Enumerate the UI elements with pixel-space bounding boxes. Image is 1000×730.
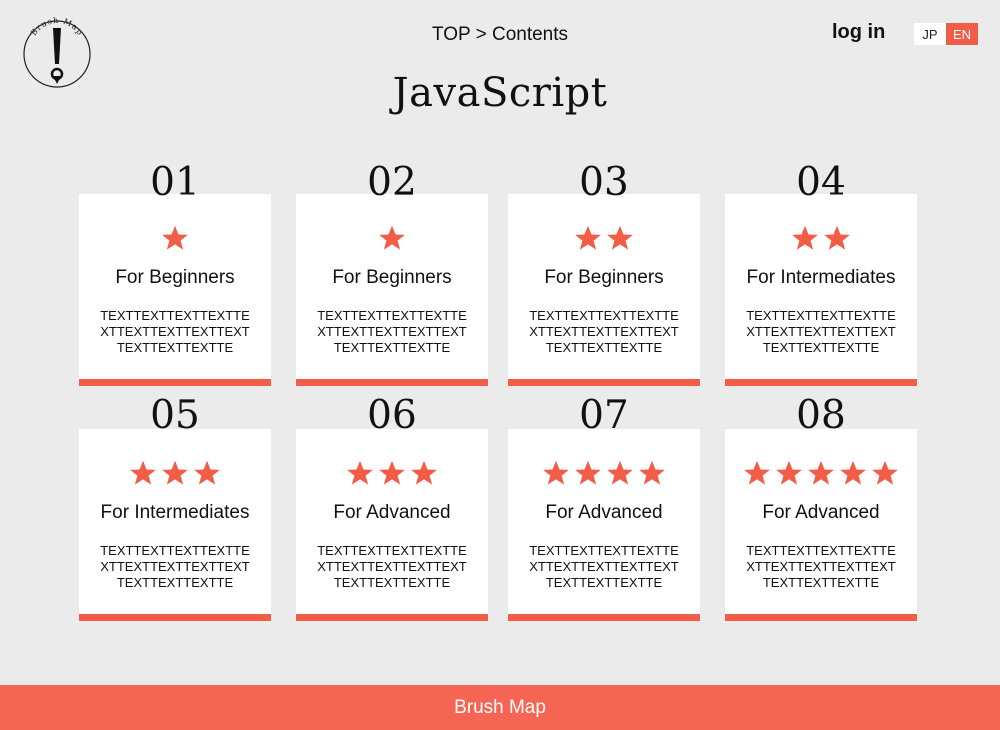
difficulty-stars — [725, 224, 917, 252]
star-icon — [639, 460, 665, 485]
difficulty-stars — [725, 459, 917, 487]
content-card-05[interactable]: For Intermediates TEXTTEXTTEXTTEXTTEXTTEX… — [79, 429, 271, 621]
card-number: 05 — [150, 393, 200, 438]
card-number: 01 — [150, 160, 200, 205]
card-description: TEXTTEXTTEXTTEXTTEXTTEXTTEXTTEXTTEXTTEXT… — [317, 543, 467, 590]
card-level: For Beginners — [115, 267, 235, 288]
star-icon — [840, 460, 866, 485]
card-level: For Advanced — [333, 502, 451, 523]
lang-en-button[interactable]: EN — [946, 23, 978, 45]
card-level: For Advanced — [545, 502, 663, 523]
content-card-02[interactable]: For Beginners TEXTTEXTTEXTTEXTTEXTTEXTTEX… — [296, 194, 488, 386]
content-card-08[interactable]: For Advanced TEXTTEXTTEXTTEXTTEXTTEXTTEXT… — [725, 429, 917, 621]
content-card-03[interactable]: For Beginners TEXTTEXTTEXTTEXTTEXTTEXTTEX… — [508, 194, 700, 386]
footer: Brush Map — [0, 685, 1000, 730]
page-title: JavaScript — [392, 70, 608, 116]
card-number: 06 — [367, 393, 417, 438]
star-icon — [379, 460, 405, 485]
star-icon — [543, 460, 569, 485]
breadcrumb-top[interactable]: TOP — [432, 24, 470, 45]
card-level: For Beginners — [332, 267, 452, 288]
star-icon — [776, 460, 802, 485]
breadcrumb-current[interactable]: Contents — [492, 24, 568, 45]
lang-jp-button[interactable]: JP — [914, 23, 946, 45]
card-number: 03 — [579, 160, 629, 205]
star-icon — [162, 225, 188, 250]
card-number: 07 — [579, 393, 629, 438]
card-number: 02 — [367, 160, 417, 205]
content-card-04[interactable]: For Intermediates TEXTTEXTTEXTTEXTTEXTTEX… — [725, 194, 917, 386]
card-description: TEXTTEXTTEXTTEXTTEXTTEXTTEXTTEXTTEXTTEXT… — [746, 543, 896, 590]
star-icon — [575, 460, 601, 485]
difficulty-stars — [296, 459, 488, 487]
star-icon — [607, 460, 633, 485]
card-level: For Beginners — [544, 267, 664, 288]
language-switcher: JP EN — [914, 23, 978, 45]
difficulty-stars — [508, 224, 700, 252]
difficulty-stars — [79, 459, 271, 487]
card-description: TEXTTEXTTEXTTEXTTEXTTEXTTEXTTEXTTEXTTEXT… — [317, 308, 467, 355]
star-icon — [379, 225, 405, 250]
card-description: TEXTTEXTTEXTTEXTTEXTTEXTTEXTTEXTTEXTTEXT… — [529, 543, 679, 590]
content-card-01[interactable]: For Beginners TEXTTEXTTEXTTEXTTEXTTEXTTEX… — [79, 194, 271, 386]
card-number: 04 — [796, 160, 846, 205]
card-level: For Intermediates — [746, 267, 896, 288]
card-number: 08 — [796, 393, 846, 438]
difficulty-stars — [79, 224, 271, 252]
star-icon — [607, 225, 633, 250]
star-icon — [130, 460, 156, 485]
card-description: TEXTTEXTTEXTTEXTTEXTTEXTTEXTTEXTTEXTTEXT… — [746, 308, 896, 355]
card-description: TEXTTEXTTEXTTEXTTEXTTEXTTEXTTEXTTEXTTEXT… — [100, 308, 250, 355]
star-icon — [411, 460, 437, 485]
content-card-06[interactable]: For Advanced TEXTTEXTTEXTTEXTTEXTTEXTTEXT… — [296, 429, 488, 621]
star-icon — [824, 225, 850, 250]
star-icon — [808, 460, 834, 485]
breadcrumb-separator: > — [470, 24, 492, 45]
difficulty-stars — [296, 224, 488, 252]
star-icon — [575, 225, 601, 250]
card-description: TEXTTEXTTEXTTEXTTEXTTEXTTEXTTEXTTEXTTEXT… — [529, 308, 679, 355]
star-icon — [872, 460, 898, 485]
content-card-07[interactable]: For Advanced TEXTTEXTTEXTTEXTTEXTTEXTTEXT… — [508, 429, 700, 621]
star-icon — [792, 225, 818, 250]
footer-label[interactable]: Brush Map — [454, 697, 546, 719]
star-icon — [347, 460, 373, 485]
card-description: TEXTTEXTTEXTTEXTTEXTTEXTTEXTTEXTTEXTTEXT… — [100, 543, 250, 590]
star-icon — [194, 460, 220, 485]
card-level: For Advanced — [762, 502, 880, 523]
difficulty-stars — [508, 459, 700, 487]
star-icon — [162, 460, 188, 485]
login-link[interactable]: log in — [832, 21, 885, 44]
card-level: For Intermediates — [100, 502, 250, 523]
star-icon — [744, 460, 770, 485]
